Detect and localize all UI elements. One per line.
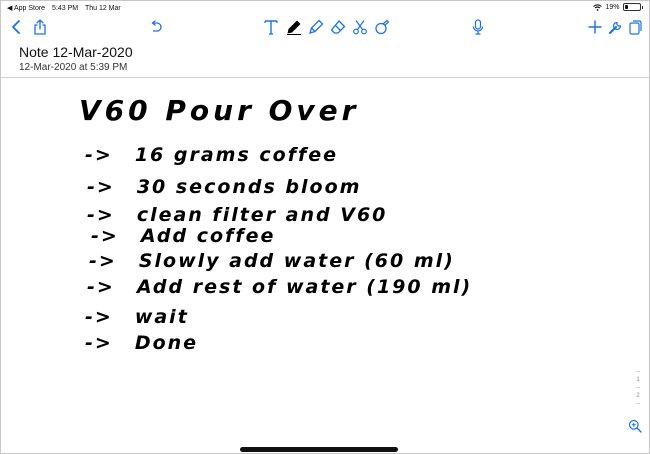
- arrow-mark: ->: [85, 332, 113, 354]
- pages-icon: [628, 19, 642, 35]
- line-text: 30 seconds bloom: [136, 176, 362, 198]
- line-text: Add coffee: [140, 225, 276, 247]
- scissors-icon: [353, 20, 367, 35]
- toolbar: [1, 15, 649, 39]
- microphone-icon: [472, 19, 484, 35]
- line-text: clean filter and V60: [136, 204, 388, 226]
- text-tool-button[interactable]: [261, 15, 281, 39]
- highlighter-tool-button[interactable]: [305, 15, 327, 39]
- undo-button[interactable]: [145, 15, 167, 39]
- arrow-mark: ->: [85, 144, 113, 166]
- share-button[interactable]: [29, 15, 51, 39]
- arrow-mark: ->: [85, 306, 113, 328]
- handwritten-line: -> Add rest of water (190 ml): [87, 276, 472, 298]
- battery-level: [624, 5, 628, 9]
- share-icon: [34, 19, 46, 35]
- pen-icon: [287, 20, 301, 35]
- handwritten-line: -> clean filter and V60: [87, 204, 387, 226]
- handwritten-line: -> Slowly add water (60 ml): [89, 250, 455, 272]
- handwritten-line: -> Add coffee: [91, 225, 275, 247]
- status-time: 5:43 PM: [52, 5, 79, 12]
- note-created-date: 12-Mar-2020 at 5:39 PM: [19, 62, 128, 73]
- page-scroll-indicator[interactable]: – 1 – 2 –: [633, 368, 643, 408]
- wrench-icon: [608, 21, 621, 34]
- shape-tool-button[interactable]: [371, 15, 393, 39]
- pages-button[interactable]: [625, 15, 645, 39]
- zoom-button[interactable]: [625, 416, 645, 436]
- tools-button[interactable]: [605, 15, 625, 39]
- note-header: Note 12-Mar-2020 12-Mar-2020 at 5:39 PM: [1, 39, 649, 78]
- handwritten-line: -> 16 grams coffee: [85, 144, 338, 166]
- line-text: 16 grams coffee: [134, 144, 339, 166]
- arrow-mark: ->: [87, 276, 115, 298]
- home-indicator[interactable]: [240, 447, 398, 452]
- back-button[interactable]: [7, 15, 25, 39]
- line-text: Add rest of water (190 ml): [136, 276, 473, 298]
- pen-tool-button[interactable]: [283, 15, 305, 39]
- arrow-mark: ->: [87, 176, 115, 198]
- app-window: ◀ App Store 5:43 PM Thu 12 Mar 19% Note …: [0, 0, 650, 454]
- eraser-icon: [330, 20, 346, 34]
- microphone-button[interactable]: [467, 15, 489, 39]
- arrow-mark: ->: [89, 250, 117, 272]
- line-text: Slowly add water (60 ml): [138, 250, 455, 272]
- battery-icon: [622, 3, 641, 11]
- page-number-2: 2: [636, 393, 640, 399]
- chevron-left-icon: [12, 20, 20, 34]
- handwritten-title: V60 Pour Over: [79, 94, 360, 127]
- text-tool-icon: [264, 20, 278, 35]
- plus-icon: [588, 20, 602, 34]
- arrow-mark: ->: [91, 225, 119, 247]
- drawing-canvas[interactable]: V60 Pour Over -> 16 grams coffee -> 30 sec…: [1, 78, 649, 453]
- highlighter-icon: [309, 19, 324, 34]
- handwritten-line: -> 30 seconds bloom: [87, 176, 361, 198]
- scroll-tick-bottom: –: [636, 401, 640, 407]
- shape-tool-icon: [375, 19, 390, 35]
- scroll-tick-middle: –: [636, 385, 640, 391]
- eraser-tool-button[interactable]: [327, 15, 349, 39]
- scissors-tool-button[interactable]: [349, 15, 371, 39]
- page-number-1: 1: [636, 377, 640, 383]
- battery-percent: 19%: [605, 3, 620, 11]
- battery-tip: [641, 5, 643, 9]
- line-text: wait: [134, 306, 189, 328]
- status-left: ◀ App Store 5:43 PM Thu 12 Mar: [7, 4, 126, 12]
- line-text: Done: [134, 332, 199, 354]
- arrow-mark: ->: [87, 204, 115, 226]
- wifi-icon: [593, 3, 603, 11]
- back-to-app-link[interactable]: ◀ App Store: [7, 5, 45, 12]
- handwritten-line: -> wait: [85, 306, 189, 328]
- note-title[interactable]: Note 12-Mar-2020: [19, 44, 133, 60]
- status-date: Thu 12 Mar: [84, 5, 121, 12]
- scroll-tick-top: –: [636, 369, 640, 375]
- status-bar: ◀ App Store 5:43 PM Thu 12 Mar 19%: [1, 1, 649, 15]
- zoom-in-icon: [628, 419, 642, 433]
- handwritten-line: -> Done: [85, 332, 198, 354]
- status-right: 19%: [593, 3, 643, 11]
- add-button[interactable]: [585, 15, 605, 39]
- undo-icon: [151, 20, 162, 32]
